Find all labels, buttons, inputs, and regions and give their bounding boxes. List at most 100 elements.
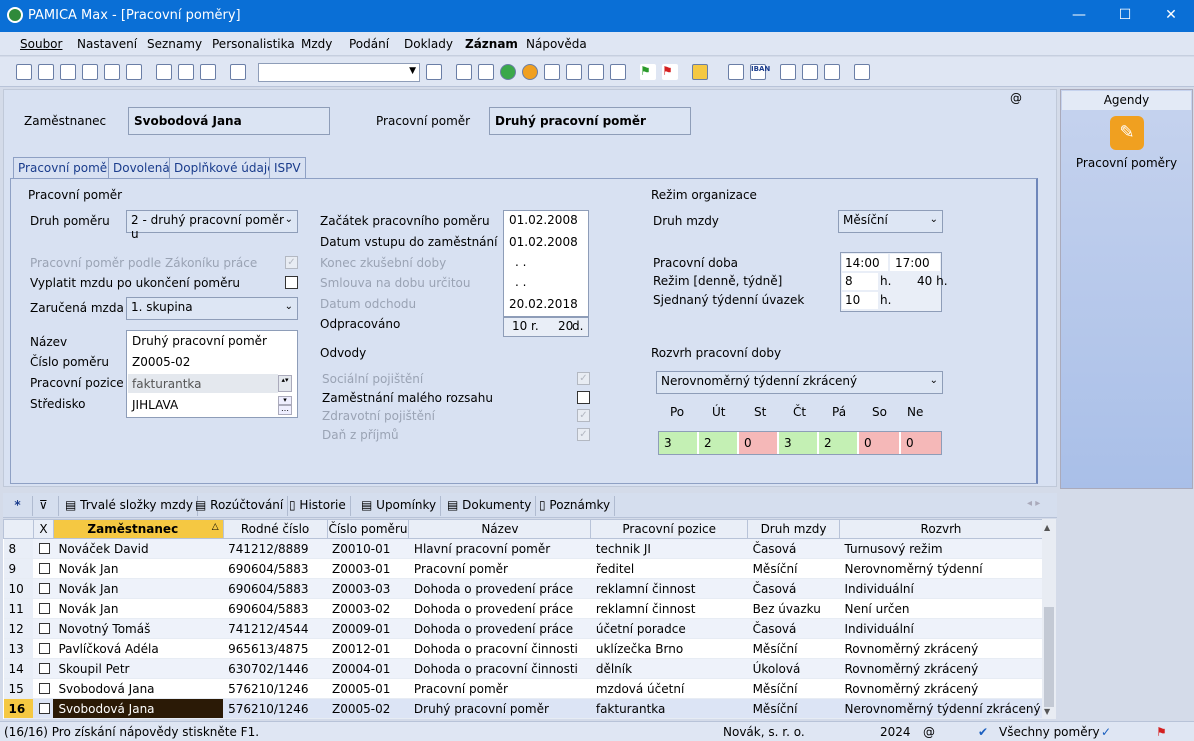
zdravotni-checkbox[interactable]: ✓ — [577, 409, 590, 422]
window2-icon[interactable] — [802, 64, 818, 80]
table-row[interactable]: 9 Novák Jan 690604/5883 Z0003-01 Pracovní po… — [3, 558, 1043, 579]
nazev-field[interactable]: Druhý pracovní poměr — [132, 334, 267, 348]
header-rozvrh[interactable]: Rozvrh — [838, 519, 1044, 539]
menu-napoveda[interactable]: Nápověda — [526, 37, 587, 51]
scroll-down-icon[interactable]: ▼ — [1044, 707, 1050, 716]
smlouva-field[interactable]: . . — [515, 275, 526, 289]
tab-dovolena[interactable]: Dovolená — [108, 157, 175, 179]
help-pointer-icon[interactable] — [854, 64, 870, 80]
value-po[interactable]: 3 — [659, 432, 697, 454]
table-row[interactable]: 15 Svobodová Jana 576210/1246 Z0005-01 Praco… — [3, 678, 1043, 699]
stredisko-more-button[interactable]: … — [278, 405, 292, 415]
dan-checkbox[interactable]: ✓ — [577, 428, 590, 441]
table-row[interactable]: 13 Pavlíčková Adéla 965613/4875 Z0012-01 Doh… — [3, 638, 1043, 659]
pozice-field[interactable]: fakturantka — [132, 377, 202, 391]
table-row[interactable]: 14 Skoupil Petr 630702/1446 Z0004-01 Dohoda … — [3, 658, 1043, 679]
druh-pomeru-select[interactable]: 2 - druhý pracovní poměr u ⌄ — [126, 210, 298, 241]
menu-mzdy[interactable]: Mzdy — [301, 37, 332, 51]
tab-historie[interactable]: ▯ Historie — [285, 496, 351, 516]
value-ut[interactable]: 2 — [699, 432, 737, 454]
value-ct[interactable]: 3 — [779, 432, 817, 454]
denne-field[interactable]: 8 — [845, 274, 853, 288]
green-person-icon[interactable] — [500, 64, 516, 80]
row-checkbox[interactable] — [33, 678, 54, 699]
export-icon[interactable] — [126, 64, 142, 80]
tab-trvale-slozky[interactable]: ▤ Trvalé složky mzdy — [61, 496, 199, 516]
tab-rozuctovani[interactable]: ▤ Rozúčtování — [191, 496, 289, 516]
row-checkbox[interactable] — [33, 638, 54, 659]
druh-mzdy-select[interactable]: Měsíční ⌄ — [838, 210, 943, 233]
row-checkbox-box[interactable] — [39, 663, 51, 674]
folder-icon[interactable] — [692, 64, 708, 80]
scroll-thumb[interactable] — [1044, 607, 1054, 707]
header-rodne-cislo[interactable]: Rodné číslo — [222, 519, 328, 539]
row-checkbox-box[interactable] — [39, 543, 51, 554]
row-checkbox-box[interactable] — [39, 563, 51, 574]
tab-pracovni-pomer[interactable]: Pracovní poměr — [13, 157, 118, 180]
minimize-button[interactable]: — — [1056, 0, 1102, 32]
table-row[interactable]: 12 Novotný Tomáš 741212/4544 Z0009-01 Dohoda… — [3, 618, 1043, 639]
table-row[interactable]: 8 Nováček David 741212/8889 Z0010-01 Hlavní … — [3, 538, 1043, 559]
menu-nastaveni[interactable]: Nastavení — [77, 37, 137, 51]
scroll-up-icon[interactable]: ▲ — [1044, 523, 1050, 532]
save-as-icon[interactable] — [200, 64, 216, 80]
pdf-icon[interactable] — [104, 64, 120, 80]
vertical-scrollbar[interactable]: ▲ ▼ — [1042, 519, 1056, 719]
tab-poznamky[interactable]: ▯ Poznámky — [535, 496, 616, 516]
value-ne[interactable]: 0 — [901, 432, 941, 454]
header-x[interactable]: X — [32, 519, 54, 539]
vyplatit-checkbox[interactable] — [285, 276, 298, 289]
tab-dokumenty[interactable]: ▤ Dokumenty — [443, 496, 537, 516]
uvazek-field[interactable]: 10 — [845, 293, 860, 307]
stredisko-field[interactable]: JIHLAVA — [132, 398, 178, 412]
zacatek-field[interactable]: 01.02.2008 — [509, 213, 578, 227]
menu-seznamy[interactable]: Seznamy — [147, 37, 202, 51]
zarucena-select[interactable]: 1. skupina ⌄ — [126, 297, 298, 320]
window1-icon[interactable] — [780, 64, 796, 80]
tab-star[interactable]: * — [3, 496, 33, 516]
row-checkbox-box[interactable] — [39, 603, 51, 614]
table-row[interactable]: 10 Novák Jan 690604/5883 Z0003-03 Dohoda o p… — [3, 578, 1043, 599]
odchod-field[interactable]: 20.02.2018 — [509, 297, 578, 311]
tab-upominky[interactable]: ▤ Upomínky — [357, 496, 442, 516]
row-checkbox[interactable] — [33, 598, 54, 619]
value-so[interactable]: 0 — [859, 432, 899, 454]
menu-doklady[interactable]: Doklady — [404, 37, 453, 51]
save-all-icon[interactable] — [178, 64, 194, 80]
tab-doplnkove-udaje[interactable]: Doplňkové údaje — [169, 157, 280, 179]
copy-icon[interactable] — [38, 64, 54, 80]
calculator-icon[interactable] — [728, 64, 744, 80]
row-checkbox[interactable] — [33, 558, 54, 579]
at-icon[interactable]: @ — [1010, 91, 1022, 105]
filter-tab-icon[interactable]: ⊽ — [35, 496, 59, 516]
pracovni-pomery-icon[interactable]: ✎ — [1110, 116, 1144, 150]
report-icon[interactable] — [478, 64, 494, 80]
window3-icon[interactable] — [824, 64, 840, 80]
iban-icon[interactable]: IBAN — [750, 64, 770, 80]
red-flag-icon[interactable]: ⚑ — [662, 64, 678, 80]
menu-personalistika[interactable]: Personalistika — [212, 37, 295, 51]
row-checkbox-box[interactable] — [39, 703, 51, 714]
header-pracovni-pozice[interactable]: Pracovní pozice — [590, 519, 749, 539]
pozice-dropdown[interactable]: ▴▾ — [278, 375, 292, 392]
filter-icon[interactable] — [426, 64, 442, 80]
m2-icon[interactable] — [588, 64, 604, 80]
table-row[interactable]: 16 Svobodová Jana 576210/1246 Z0005-02 Druhý… — [3, 698, 1043, 719]
do-field[interactable]: 17:00 — [895, 256, 930, 270]
status-filter[interactable]: Všechny poměry — [999, 725, 1100, 739]
row-checkbox-box[interactable] — [39, 583, 51, 594]
employee-field[interactable]: Svobodová Jana — [128, 107, 330, 135]
tab-scroll-arrows[interactable]: ◂ ▸ — [1027, 498, 1040, 509]
header-zamestnanec[interactable]: Zaměstnanec △ — [52, 519, 224, 539]
green-flag-icon[interactable]: ⚑ — [640, 64, 656, 80]
row-checkbox-box[interactable] — [39, 643, 51, 654]
menu-zaznam[interactable]: Záznam — [465, 37, 518, 51]
od-field[interactable]: 14:00 — [845, 256, 880, 270]
status-at[interactable]: @ — [923, 725, 935, 739]
vstup-field[interactable]: 01.02.2008 — [509, 235, 578, 249]
menu-podani[interactable]: Podání — [349, 37, 389, 51]
zkusebni-field[interactable]: . . — [515, 255, 526, 269]
row-checkbox-box[interactable] — [39, 623, 51, 634]
close-button[interactable]: ✕ — [1148, 0, 1194, 32]
header-cislo-pomeru[interactable]: Číslo poměru — [326, 519, 410, 539]
